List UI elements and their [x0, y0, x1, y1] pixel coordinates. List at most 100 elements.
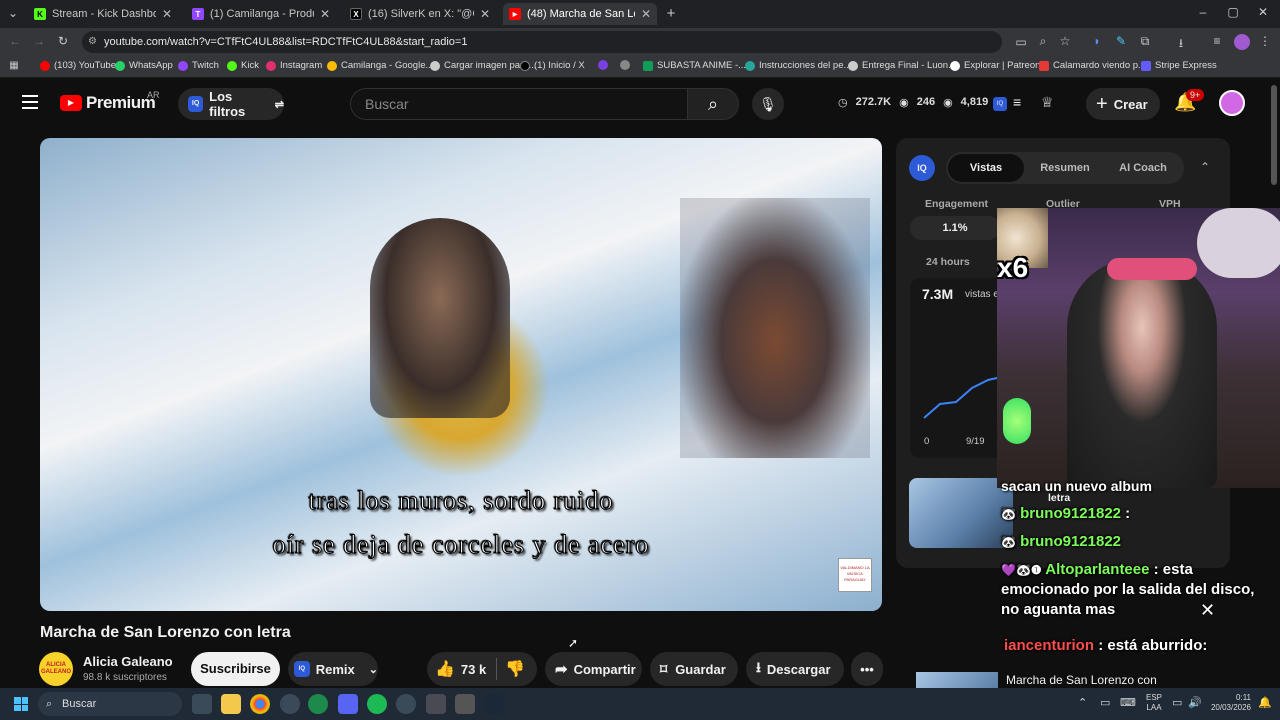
settings-gear-icon[interactable]	[280, 694, 300, 714]
close-window-icon[interactable]: ✕	[1256, 5, 1270, 19]
tray-chevron-icon[interactable]: ⌃	[1078, 696, 1087, 709]
close-icon[interactable]: ✕	[480, 7, 490, 21]
tab-youtube-marcha[interactable]: ▶ (48) Marcha de San Lorenzo con ✕	[503, 3, 657, 25]
app-green-icon[interactable]	[308, 694, 328, 714]
tab-x-silverk[interactable]: X (16) SilverK en X: "@Camilangar ✕	[344, 3, 496, 25]
hamburger-menu-icon[interactable]	[22, 95, 38, 109]
trophy-icon[interactable]: ♕	[1041, 94, 1054, 111]
bookmark-kick[interactable]: Kick	[227, 60, 259, 71]
download-button[interactable]: ⭳ Descargar	[746, 652, 844, 686]
app-icon[interactable]	[455, 694, 475, 714]
forward-icon[interactable]: →	[32, 34, 46, 48]
bookmark-subasta-anime[interactable]: SUBASTA ANIME -...	[643, 60, 746, 71]
tab-vistas[interactable]: Vistas	[948, 154, 1024, 182]
spotify-icon[interactable]	[367, 694, 387, 714]
chat-username[interactable]: bruno9121822	[1020, 505, 1121, 522]
close-mix-icon[interactable]: ✕	[1200, 600, 1215, 621]
steam-icon[interactable]	[484, 694, 504, 714]
collapse-chevron-icon[interactable]: ⌃	[1200, 160, 1210, 174]
bookmark-purple[interactable]	[598, 60, 612, 70]
volume-icon[interactable]: 🔊	[1188, 696, 1202, 709]
mix-item-title[interactable]: Marcha de San Lorenzo con	[1006, 673, 1157, 687]
tray-app-icon[interactable]: ▭	[1100, 696, 1110, 709]
extensions-puzzle-icon[interactable]: ⧉	[1138, 34, 1152, 49]
network-icon[interactable]: ▭	[1172, 696, 1182, 709]
bookmark-entrega-final[interactable]: Entrega Final - Luon...	[848, 60, 956, 71]
search-input[interactable]: Buscar	[350, 88, 687, 120]
close-icon[interactable]: ✕	[162, 7, 172, 21]
page-scrollbar[interactable]	[1271, 85, 1277, 185]
extension-icon[interactable]: ◗	[1090, 34, 1104, 48]
maximize-icon[interactable]: ▢	[1226, 5, 1240, 19]
share-button[interactable]: ➦ Compartir	[545, 652, 642, 686]
clock[interactable]: 0:11 20/03/2026	[1207, 693, 1251, 713]
bookmark-stripe[interactable]: Stripe Express	[1141, 60, 1217, 71]
like-count[interactable]: 73 k	[461, 662, 486, 677]
save-button[interactable]: ⌑ Guardar	[650, 652, 738, 686]
notification-center-icon[interactable]: 🔔	[1258, 696, 1272, 709]
search-button[interactable]: ⌕	[687, 88, 739, 120]
url-input[interactable]: ⚙ youtube.com/watch?v=CTfFtC4UL88&list=R…	[82, 31, 1002, 53]
back-icon[interactable]: ←	[8, 34, 22, 48]
bookmark-twitch[interactable]: Twitch	[178, 60, 219, 71]
close-icon[interactable]: ✕	[641, 7, 651, 21]
video-player[interactable]: tras los muros, sordo ruido oír se deja …	[40, 138, 882, 611]
windows-start-icon[interactable]	[14, 697, 28, 711]
like-icon[interactable]: 👍	[435, 659, 455, 679]
discord-icon[interactable]	[338, 694, 358, 714]
cast-icon[interactable]: ▭	[1014, 35, 1028, 49]
minimize-icon[interactable]: –	[1196, 5, 1210, 19]
bookmark-youtube[interactable]: (103) YouTube	[40, 60, 116, 71]
queue-icon[interactable]: ≡	[1013, 94, 1021, 110]
download-icon[interactable]: ⭳	[1174, 34, 1188, 55]
bookmark-calamardo[interactable]: Calamardo viendo p...	[1039, 60, 1146, 71]
site-info-icon[interactable]: ⚙	[88, 31, 97, 53]
youtube-logo-icon[interactable]: ▶	[60, 95, 82, 111]
app-icon[interactable]	[426, 694, 446, 714]
language-indicator[interactable]: ESP LAA	[1146, 693, 1162, 713]
youtube-premium-logo[interactable]: Premium	[86, 93, 156, 113]
taskbar-search[interactable]: ⌕ Buscar	[38, 692, 182, 716]
voice-search-button[interactable]: 🎙	[752, 88, 784, 120]
task-view-icon[interactable]	[192, 694, 212, 714]
new-tab-button[interactable]: +	[664, 5, 678, 22]
zoom-icon[interactable]: ⌕	[1036, 34, 1050, 49]
account-avatar[interactable]	[1219, 90, 1245, 116]
bookmark-x-inicio[interactable]: (1) Inicio / X	[520, 60, 585, 71]
file-explorer-icon[interactable]	[221, 694, 241, 714]
subscribe-button[interactable]: Suscribirse	[191, 652, 280, 686]
obs-icon[interactable]	[396, 694, 416, 714]
more-actions-button[interactable]: •••	[851, 652, 883, 686]
tab-kick-dashboard[interactable]: K Stream - Kick Dashboard ✕	[28, 3, 178, 25]
apps-grid-icon[interactable]: ▦	[8, 60, 20, 71]
bookmark-star-icon[interactable]: ☆	[1058, 34, 1072, 48]
reading-list-icon[interactable]: ≡	[1210, 34, 1224, 48]
create-button[interactable]: + Crear	[1086, 88, 1160, 120]
dislike-icon[interactable]: 👎	[505, 659, 525, 679]
chat-username[interactable]: iancenturion	[1004, 637, 1094, 654]
tab-resumen[interactable]: Resumen	[1028, 154, 1102, 182]
reload-icon[interactable]: ↻	[56, 34, 70, 48]
bookmark-instrucciones[interactable]: Instrucciones del pe...	[745, 60, 851, 71]
bookmark-google-drive[interactable]: Camilanga - Google...	[327, 60, 433, 71]
bookmark-instagram[interactable]: Instagram	[266, 60, 322, 71]
iq-logo-icon[interactable]: IQ	[993, 97, 1007, 111]
tab-search-icon[interactable]: ⌄	[6, 6, 20, 20]
profile-avatar[interactable]	[1234, 34, 1250, 50]
chat-username[interactable]: bruno9121822	[1020, 533, 1121, 550]
mix-item-thumbnail[interactable]	[916, 672, 998, 688]
extension-icon[interactable]: ✎	[1114, 34, 1128, 48]
tab-ai-coach[interactable]: AI Coach	[1104, 154, 1182, 182]
chrome-icon[interactable]	[250, 694, 270, 714]
remix-button[interactable]: IQ Remix ⌄	[288, 652, 378, 686]
related-video-thumbnail[interactable]	[909, 478, 1013, 548]
tray-keyboard-icon[interactable]: ⌨	[1120, 696, 1136, 709]
close-icon[interactable]: ✕	[320, 7, 330, 21]
menu-kebab-icon[interactable]: ⋮	[1258, 34, 1272, 48]
channel-name[interactable]: Alicia Galeano	[83, 654, 173, 669]
bookmark-gray[interactable]	[620, 60, 634, 70]
tab-twitch-camilanga[interactable]: T (1) Camilanga - Producción de ✕	[186, 3, 336, 25]
channel-watermark[interactable]: VALDIMANO LA MÚSICA PARAGUAY	[838, 558, 872, 592]
bookmark-patreon[interactable]: Explorar | Patreon	[950, 60, 1040, 71]
chat-username[interactable]: Altoparlanteee	[1045, 561, 1149, 578]
